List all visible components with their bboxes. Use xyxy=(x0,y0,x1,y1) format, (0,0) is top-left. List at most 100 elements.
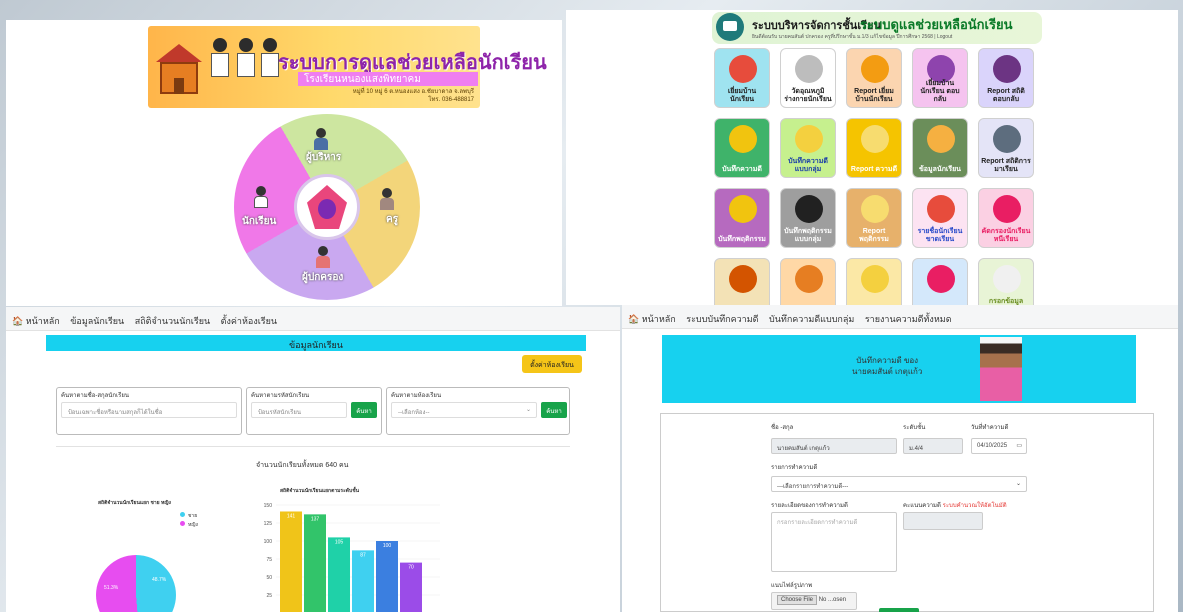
menu-tile-label: Report พฤติกรรม xyxy=(859,228,889,243)
student-boy-icon xyxy=(236,38,256,78)
menu-tile-label: บันทึกพฤติกรรม xyxy=(718,236,766,243)
y-tick-label: 100 xyxy=(264,539,273,545)
school-icon xyxy=(156,44,202,96)
menu-tile-label: ข้อมูลนักเรียน xyxy=(919,166,961,173)
menu-tile[interactable]: บันทึกความดี แบบกลุ่ม xyxy=(780,118,836,178)
date-field[interactable]: 04/10/2025 ▭ xyxy=(971,438,1027,454)
role-admin[interactable]: ผู้บริหาร xyxy=(306,150,341,165)
nav-deed-system[interactable]: ระบบบันทึกความดี xyxy=(686,314,758,324)
deed-navbar: 🏠 หน้าหลัก ระบบบันทึกความดี บันทึกความดี… xyxy=(622,305,1178,329)
student-girl-icon xyxy=(210,38,230,78)
chevron-down-icon: ⌄ xyxy=(525,407,531,413)
search-id-box: ค้นหาตามรหัสนักเรียน ป้อนรหัสนักเรียน ค้… xyxy=(246,387,382,435)
nav-deed-home[interactable]: 🏠 หน้าหลัก xyxy=(628,314,676,324)
menu-panel: ระบบบริหารจัดการชั้นเรียน ระบบดูแลช่วยเห… xyxy=(566,10,1178,305)
menu-tile-icon xyxy=(861,195,889,223)
name-label: ชื่อ -สกุล xyxy=(771,425,794,431)
bar xyxy=(376,541,398,612)
choose-file-button[interactable]: Choose File xyxy=(777,595,818,605)
y-tick-label: 75 xyxy=(266,557,272,563)
role-parent[interactable]: ผู้ปกครอง xyxy=(302,270,343,285)
menu-tile[interactable]: วัดอุณหภูมิ ร่างกายนักเรียน xyxy=(780,48,836,108)
menu-tile-icon xyxy=(729,195,757,223)
search-id-button[interactable]: ค้นหา xyxy=(351,402,377,418)
bar xyxy=(328,537,350,612)
menu-tile-label: เยี่ยมบ้านนักเรียน ตอบกลับ xyxy=(920,80,960,103)
menu-tile-label: เยี่ยมบ้านนักเรียน xyxy=(727,88,757,103)
y-tick-label: 50 xyxy=(266,575,272,581)
parent-icon xyxy=(316,246,330,268)
name-field: นายคมสันต์ เกตุแก้ว xyxy=(771,438,897,454)
menu-tile[interactable]: กรอกข้อมูล SDQ xyxy=(978,258,1034,305)
search-room-button[interactable]: ค้นหา xyxy=(541,402,567,418)
menu-tile-label: รายชื่อนักเรียน ขาดเรียน xyxy=(917,228,963,243)
nav-deed-report[interactable]: รายงานความดีทั้งหมด xyxy=(865,314,952,324)
menu-tile[interactable]: Report xyxy=(912,258,968,305)
menu-tile-label: Report ความดี xyxy=(850,166,898,173)
menu-tile-icon xyxy=(861,265,889,293)
nav-deed-group[interactable]: บันทึกความดีแบบกลุ่ม xyxy=(769,314,854,324)
menu-tile[interactable]: ข้อมูลนักเรียน xyxy=(912,118,968,178)
search-room-select[interactable]: --เลือกห้อง-- ⌄ xyxy=(391,402,537,418)
menu-tile[interactable]: เยี่ยมบ้านนักเรียน ตอบกลับ xyxy=(912,48,968,108)
menu-tile-label: Report สถิติตอบกลับ xyxy=(987,88,1025,103)
student-title-bar: ข้อมูลนักเรียน xyxy=(46,335,586,351)
menu-tile[interactable]: Report สถิติการมาเรียน xyxy=(978,118,1034,178)
role-student[interactable]: นักเรียน xyxy=(242,214,276,229)
pie-legend-female: หญิง xyxy=(180,521,198,529)
search-name-input[interactable]: ป้อนเฉพาะชื่อหรือนามสกุลก็ได้ในชื่อ xyxy=(61,402,237,418)
detail-label: รายละเอียดของการทำความดี xyxy=(771,503,848,509)
detail-textarea[interactable]: กรอกรายละเอียดการทำความดี xyxy=(771,512,897,572)
landing-banner: ระบบการดูแลช่วยเหลือนักเรียน โรงเรียนหนอ… xyxy=(148,26,547,108)
student-panel: 🏠 หน้าหลัก ข้อมูลนักเรียน สถิติจำนวนนักเ… xyxy=(6,307,620,612)
menu-tile-icon xyxy=(927,195,955,223)
admin-icon xyxy=(314,128,328,150)
menu-tile-icon xyxy=(861,125,889,153)
menu-tile-icon xyxy=(795,195,823,223)
nav-room-settings[interactable]: ตั้งค่าห้องเรียน xyxy=(221,316,277,326)
student-icon xyxy=(254,186,268,208)
menu-tile[interactable]: Report xyxy=(846,258,902,305)
date-label: วันที่ทำความดี xyxy=(971,425,1009,431)
role-wheel: ผู้บริหาร ครู ผู้ปกครอง นักเรียน xyxy=(234,114,420,300)
menu-tile[interactable]: บันทึกพฤติกรรม xyxy=(714,188,770,248)
bar xyxy=(304,514,326,612)
bar-value-label: 105 xyxy=(335,539,344,545)
menu-tile-icon xyxy=(927,55,955,83)
nav-student-stats[interactable]: สถิติจำนวนนักเรียน xyxy=(135,316,210,326)
menu-tile[interactable]: คัดกรองนักเรียน หนีเรียน xyxy=(978,188,1034,248)
student-navbar: 🏠 หน้าหลัก ข้อมูลนักเรียน สถิติจำนวนนักเ… xyxy=(6,307,620,331)
role-teacher[interactable]: ครู xyxy=(386,212,398,227)
bar xyxy=(352,550,374,612)
menu-tile[interactable]: Report ความดี xyxy=(846,118,902,178)
menu-header-title2: ระบบดูแลช่วยเหลือนักเรียน xyxy=(860,17,1013,32)
pie-label-male: 48.7% xyxy=(152,577,167,583)
y-tick-label: 150 xyxy=(264,503,273,509)
menu-tile[interactable]: บันทึกพฤติกรรม แบบกลุ่ม xyxy=(780,188,836,248)
chevron-down-icon: ⌄ xyxy=(1015,481,1021,487)
y-tick-label: 125 xyxy=(264,521,273,527)
save-button[interactable] xyxy=(879,608,919,612)
search-id-input[interactable]: ป้อนรหัสนักเรียน xyxy=(251,402,347,418)
menu-tile[interactable]: Report สถิติตอบกลับ xyxy=(978,48,1034,108)
bar xyxy=(280,511,302,612)
menu-tile[interactable]: Report เยี่ยมบ้านนักเรียน xyxy=(846,48,902,108)
nav-home[interactable]: 🏠 หน้าหลัก xyxy=(12,316,60,326)
menu-tile-label: Report สถิติการมาเรียน xyxy=(981,158,1031,173)
menu-tile[interactable]: รายชื่อนักเรียน ขาดเรียน xyxy=(912,188,968,248)
nav-student-data[interactable]: ข้อมูลนักเรียน xyxy=(70,316,124,326)
menu-tile[interactable]: บันทึกความดี xyxy=(714,118,770,178)
room-settings-button[interactable]: ตั้งค่าห้องเรียน xyxy=(522,355,582,373)
type-select[interactable]: ---เลือกรายการทำความดี--- ⌄ xyxy=(771,476,1027,492)
menu-header: ระบบบริหารจัดการชั้นเรียน ระบบดูแลช่วยเห… xyxy=(712,12,1042,44)
menu-tile[interactable] xyxy=(714,258,770,305)
menu-tile-icon xyxy=(993,195,1021,223)
gender-pie-chart: 48.7% 51.3% xyxy=(96,555,176,612)
bar-value-label: 141 xyxy=(287,513,296,519)
file-input[interactable]: Choose File No ...osen xyxy=(771,592,857,610)
menu-tile-icon xyxy=(993,55,1021,83)
menu-tile[interactable]: เยี่ยมบ้านนักเรียน xyxy=(714,48,770,108)
landing-panel: ระบบการดูแลช่วยเหลือนักเรียน โรงเรียนหนอ… xyxy=(6,20,562,306)
menu-tile[interactable]: Report พฤติกรรม xyxy=(846,188,902,248)
menu-tile[interactable] xyxy=(780,258,836,305)
